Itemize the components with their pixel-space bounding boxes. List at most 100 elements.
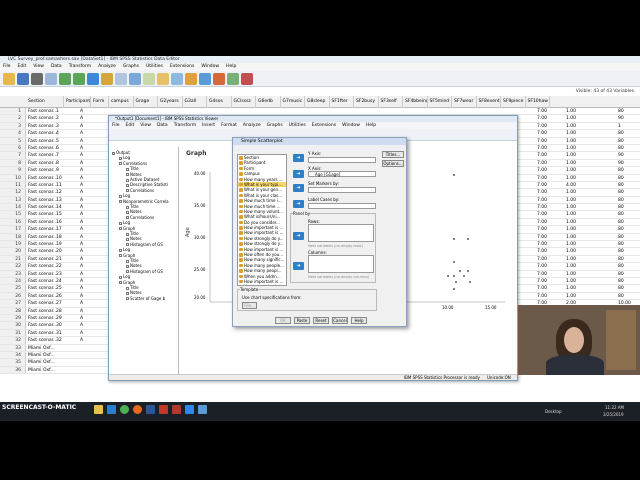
edge-icon[interactable] [107, 405, 116, 414]
row-number[interactable]: 27 [0, 300, 26, 307]
ok-button[interactable]: OK [275, 317, 291, 324]
chrome-icon[interactable] [120, 405, 129, 414]
row-number[interactable]: 2 [0, 115, 26, 122]
viewer-menu-item[interactable]: Window [342, 122, 360, 129]
row-number[interactable]: 31 [0, 329, 26, 337]
cell-value[interactable]: 7.00 [537, 248, 547, 255]
viewer-menu-item[interactable]: File [112, 122, 120, 129]
row-number[interactable]: 9 [0, 167, 26, 174]
outline-item[interactable]: Title [126, 258, 139, 263]
column-header[interactable]: SF7wear [452, 96, 477, 108]
cell-section[interactable]: Fast scenar... [28, 197, 57, 204]
row-number[interactable]: 10 [0, 174, 26, 181]
cell-value[interactable]: 80 [618, 197, 624, 204]
row-number[interactable]: 12 [0, 189, 26, 196]
cell-section[interactable]: Fast scenar... [28, 182, 57, 189]
word-icon[interactable] [146, 405, 155, 414]
viewer-menu-item[interactable]: Transform [174, 122, 196, 129]
cell-participant[interactable]: 30 [56, 322, 62, 329]
menu-item[interactable]: Utilities [146, 63, 163, 71]
cell-value[interactable]: 7.00 [537, 160, 547, 167]
cell-value[interactable]: 1.00 [566, 108, 576, 115]
cell-section[interactable]: Fast scenar... [28, 123, 57, 130]
row-number[interactable]: 19 [0, 241, 26, 248]
outline-item[interactable]: Notes [126, 263, 142, 268]
cell-value[interactable]: 7.00 [537, 197, 547, 204]
row-number[interactable]: 33 [0, 344, 26, 351]
y-axis-field[interactable] [308, 157, 376, 163]
cell-section[interactable]: Fast scenar... [28, 285, 57, 292]
row-number[interactable]: 23 [0, 270, 26, 277]
menu-item[interactable]: View [33, 63, 44, 71]
cell-form[interactable]: A [80, 175, 83, 182]
cell-participant[interactable]: 21 [56, 256, 62, 263]
cell-section[interactable]: Fast scenar... [28, 152, 57, 159]
cell-section[interactable]: Fast scenar... [28, 145, 57, 152]
cell-value[interactable]: 80 [618, 138, 624, 145]
cell-value[interactable]: 80 [618, 130, 624, 137]
cell-form[interactable]: A [80, 130, 83, 137]
insert-variable-icon[interactable] [157, 72, 169, 85]
cell-section[interactable]: Fast scenar... [28, 330, 57, 337]
find-icon[interactable] [129, 72, 141, 85]
cell-section[interactable]: Fast scenar... [28, 293, 57, 300]
cell-participant[interactable]: 24 [56, 278, 62, 285]
cell-participant[interactable]: 28 [56, 308, 62, 315]
row-number[interactable]: 21 [0, 255, 26, 263]
outline-item[interactable]: Log [119, 155, 130, 160]
titles-button[interactable]: Titles... [382, 151, 404, 158]
outline-item[interactable]: Notes [126, 290, 142, 295]
cell-value[interactable]: 80 [618, 167, 624, 174]
outline-item[interactable]: Notes [126, 236, 142, 241]
columns-field[interactable] [308, 255, 374, 273]
cell-participant[interactable]: 9 [56, 167, 59, 174]
cell-participant[interactable]: 2 [56, 115, 59, 122]
cell-form[interactable]: A [80, 167, 83, 174]
cell-section[interactable]: Fast scenar... [28, 278, 57, 285]
cell-value[interactable]: 1.00 [566, 248, 576, 255]
menu-item[interactable]: Data [51, 63, 62, 71]
cell-value[interactable]: 7.00 [537, 285, 547, 292]
cancel-button[interactable]: Cancel [332, 317, 348, 324]
cell-form[interactable]: A [80, 248, 83, 255]
insert-cases-icon[interactable] [143, 72, 155, 85]
outline-item[interactable]: Correlations [119, 161, 147, 166]
cell-form[interactable]: A [80, 152, 83, 159]
menu-item[interactable]: Edit [18, 63, 27, 71]
outline-item[interactable]: Correlations [126, 188, 154, 193]
cell-value[interactable]: 1.00 [566, 130, 576, 137]
outline-item[interactable]: Correlations [126, 215, 154, 220]
cell-section[interactable]: Fast scenar... [28, 256, 57, 263]
cell-value[interactable]: 1.00 [566, 152, 576, 159]
viewer-menu-item[interactable]: Insert [202, 122, 215, 129]
cell-form[interactable]: A [80, 315, 83, 322]
cell-value[interactable]: 7.00 [537, 189, 547, 196]
cell-section[interactable]: Fast scenar... [28, 271, 57, 278]
cell-form[interactable]: A [80, 330, 83, 337]
cell-value[interactable]: 1.00 [566, 293, 576, 300]
cell-section[interactable]: Fast scenar... [28, 322, 57, 329]
cell-value[interactable]: 80 [618, 248, 624, 255]
cell-value[interactable]: Miami Oxf... [28, 352, 55, 359]
cell-value[interactable]: 7.00 [537, 152, 547, 159]
row-number[interactable]: 11 [0, 181, 26, 189]
cell-value[interactable]: Miami Oxf... [28, 345, 55, 352]
outline-item[interactable]: Descriptive Statisti [126, 182, 168, 187]
cell-form[interactable]: A [80, 160, 83, 167]
row-number[interactable]: 28 [0, 307, 26, 314]
row-number[interactable]: 6 [0, 144, 26, 152]
cell-value[interactable]: 7.00 [537, 211, 547, 218]
outline-item[interactable]: Scatter of Gage b [126, 296, 165, 301]
cell-participant[interactable]: 31 [56, 330, 62, 337]
spell-check-icon[interactable] [241, 72, 253, 85]
cell-value[interactable]: 1 [618, 123, 621, 130]
cell-value[interactable]: 80 [618, 108, 624, 115]
cell-form[interactable]: A [80, 182, 83, 189]
column-header[interactable]: SF9piece [501, 96, 526, 108]
cell-form[interactable]: A [80, 123, 83, 130]
cell-participant[interactable]: 32 [56, 337, 62, 344]
cell-participant[interactable]: 20 [56, 248, 62, 255]
column-header[interactable]: G8sleep [305, 96, 330, 108]
row-number[interactable]: 36 [0, 366, 26, 374]
print-icon[interactable] [31, 72, 43, 85]
